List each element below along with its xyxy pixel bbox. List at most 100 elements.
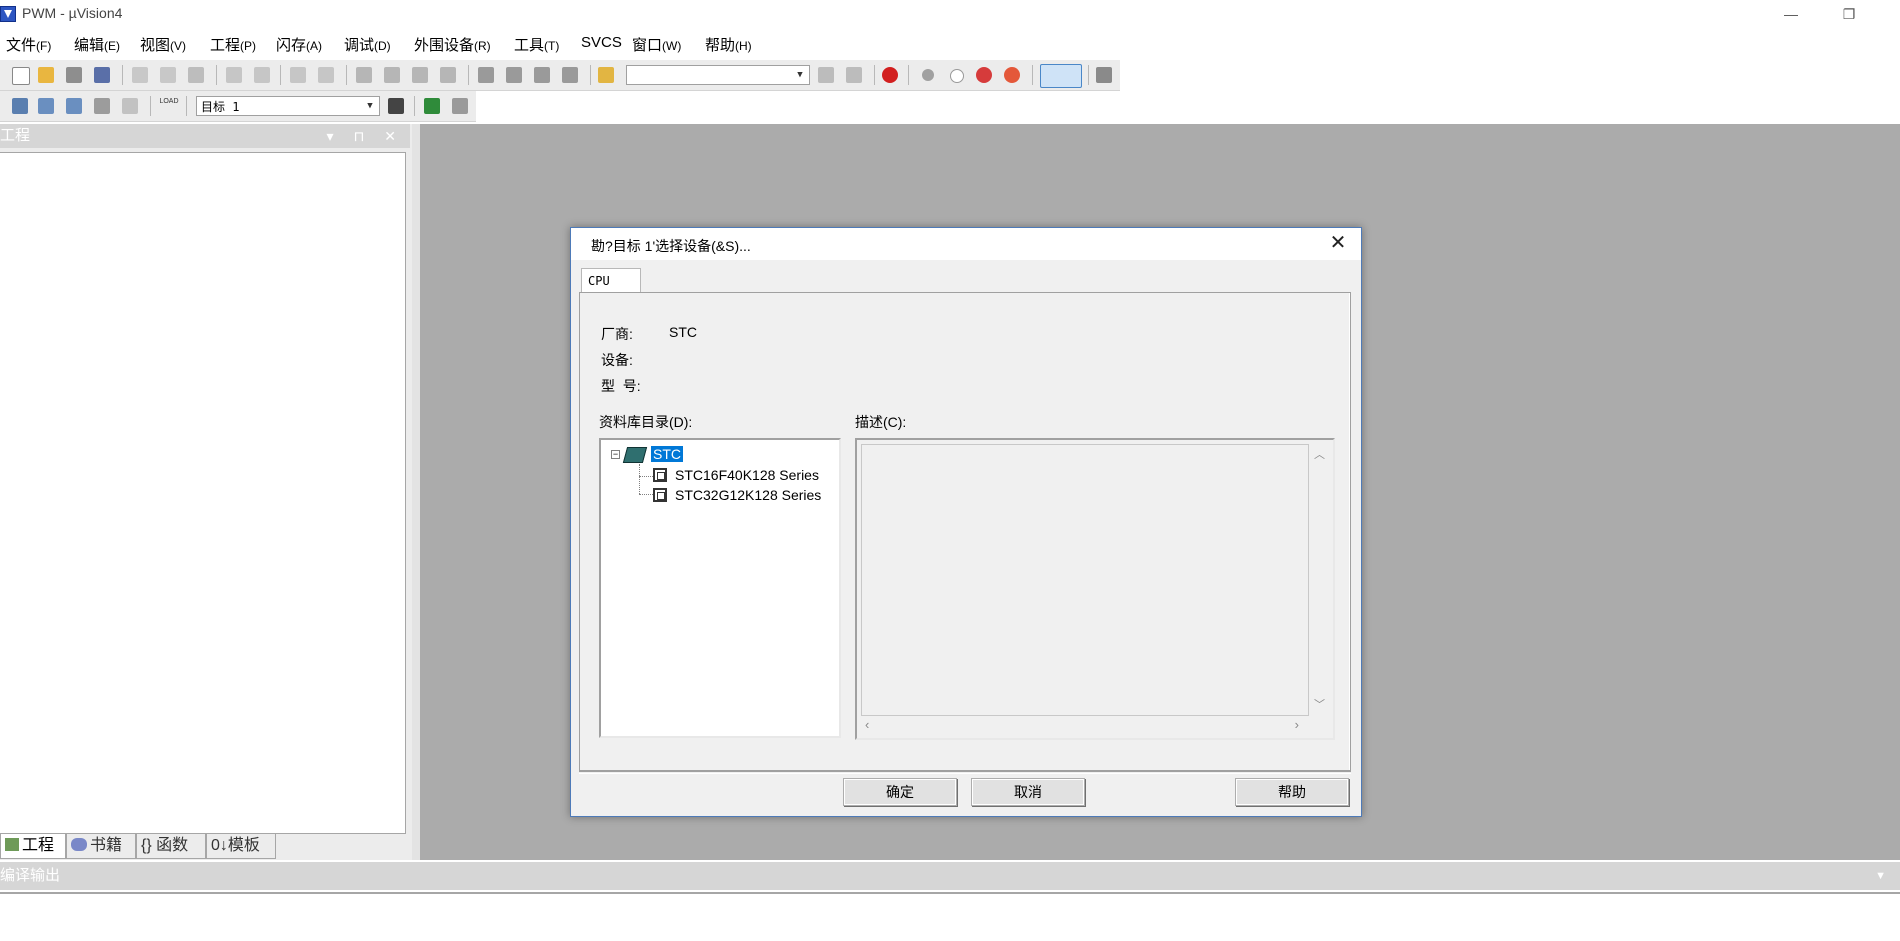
menu-svcs[interactable]: SVCS [581, 34, 622, 51]
book-icon [622, 447, 648, 463]
cut-icon[interactable] [132, 67, 148, 83]
batch-build-icon[interactable] [94, 98, 110, 114]
description-box[interactable]: ︿ ﹀ ‹ › [855, 438, 1335, 740]
help-button[interactable]: 帮助 [1235, 778, 1349, 806]
device-database-tree[interactable]: − STC STC16F40K128 Series STC32G12K128 S… [599, 438, 841, 738]
undo-icon[interactable] [226, 67, 242, 83]
clear-bookmarks-icon[interactable] [440, 67, 456, 83]
menu-project[interactable]: 工程(P) [210, 34, 256, 55]
debug-session-icon[interactable] [882, 67, 898, 83]
disable-all-breakpoints-icon[interactable] [976, 67, 992, 83]
target-select[interactable]: 目标 1 ▼ [196, 96, 380, 116]
next-bookmark-icon[interactable] [412, 67, 428, 83]
ok-button[interactable]: 确定 [843, 778, 957, 806]
restore-button[interactable]: ❐ [1826, 0, 1872, 28]
rebuild-icon[interactable] [66, 98, 82, 114]
close-icon[interactable]: ✕ [1325, 230, 1351, 256]
project-tree[interactable] [0, 152, 406, 834]
collapse-icon[interactable]: − [611, 450, 620, 459]
disable-breakpoint-icon[interactable] [950, 69, 964, 83]
select-device-dialog: 勘?目标 1'选择设备(&S)... ✕ CPU 厂商: STC 设备: 型 号… [570, 227, 1362, 817]
database-label: 资料库目录(D): [599, 414, 693, 430]
menu-peripherals[interactable]: 外围设备(R) [414, 34, 491, 55]
menu-bar: 文件(F) 编辑(E) 视图(V) 工程(P) 闪存(A) 调试(D) 外围设备… [0, 28, 1900, 58]
paste-icon[interactable] [188, 67, 204, 83]
select-packet-icon[interactable] [452, 98, 468, 114]
build-output-title: 编译输出 [0, 867, 61, 884]
bookmark-icon[interactable] [356, 67, 372, 83]
horizontal-scrollbar[interactable]: ‹ › [861, 716, 1307, 734]
find-combo-arrow-icon[interactable]: ▼ [793, 66, 807, 84]
save-all-icon[interactable] [94, 67, 110, 83]
minimize-button[interactable]: — [1768, 0, 1814, 28]
tree-item-stc32g12k128[interactable]: STC32G12K128 Series [675, 486, 821, 504]
scroll-right-icon[interactable]: › [1295, 717, 1299, 732]
incremental-find-icon[interactable] [846, 67, 862, 83]
title-bar: PWM - µVision4 — ❐ [0, 0, 1900, 28]
cancel-button[interactable]: 取消 [971, 778, 1085, 806]
save-icon[interactable] [66, 67, 82, 83]
tree-item-stc[interactable]: STC [651, 445, 683, 463]
main-toolbar: ▼ [0, 60, 1120, 91]
redo-icon[interactable] [254, 67, 270, 83]
unindent-icon[interactable] [506, 67, 522, 83]
manage-components-icon[interactable] [424, 98, 440, 114]
menu-flash[interactable]: 闪存(A) [276, 34, 322, 55]
menu-file[interactable]: 文件(F) [6, 34, 51, 55]
menu-window[interactable]: 窗口(W) [632, 34, 681, 55]
tree-item-stc16f40k128[interactable]: STC16F40K128 Series [675, 466, 819, 484]
download-load-icon[interactable]: LOAD [158, 98, 180, 114]
stop-build-icon[interactable] [122, 98, 138, 114]
vendor-label: 厂商: [601, 326, 633, 342]
tab-templates[interactable]: 0↓模板 [206, 833, 276, 859]
window-title: PWM - µVision4 [22, 5, 123, 21]
navigate-forward-icon[interactable] [318, 67, 334, 83]
find-combo[interactable]: ▼ [626, 65, 810, 85]
find-in-files-icon[interactable] [598, 67, 614, 83]
uvision-app-icon[interactable] [0, 6, 16, 22]
copy-icon[interactable] [160, 67, 176, 83]
uncomment-icon[interactable] [562, 67, 578, 83]
menu-debug[interactable]: 调试(D) [344, 34, 391, 55]
project-panel: 工程 ▾ ⊓ ✕ 工程 书籍 {} 函数 0↓模板 [0, 124, 412, 860]
menu-view[interactable]: 视图(V) [140, 34, 186, 55]
comment-icon[interactable] [534, 67, 550, 83]
open-file-icon[interactable] [38, 67, 54, 83]
scroll-left-icon[interactable]: ‹ [865, 717, 869, 732]
breakpoint-icon[interactable] [922, 69, 934, 81]
dialog-title-bar: 勘?目标 1'选择设备(&S)... ✕ [571, 228, 1361, 260]
window-layout-icon[interactable] [1040, 64, 1082, 88]
chevron-down-icon[interactable]: ▼ [1875, 862, 1886, 890]
menu-edit[interactable]: 编辑(E) [74, 34, 120, 55]
build-toolbar: LOAD 目标 1 ▼ [0, 91, 476, 122]
navigate-back-icon[interactable] [290, 67, 306, 83]
description-label: 描述(C): [855, 414, 907, 430]
configure-tools-icon[interactable] [1096, 67, 1112, 83]
target-options-icon[interactable] [388, 98, 404, 114]
panel-header-buttons[interactable]: ▾ ⊓ ✕ [327, 124, 404, 148]
functions-icon: {} [141, 837, 152, 854]
translate-icon[interactable] [12, 98, 28, 114]
tab-books[interactable]: 书籍 [66, 833, 136, 859]
target-select-arrow-icon[interactable]: ▼ [363, 97, 377, 115]
kill-all-breakpoints-icon[interactable] [1004, 67, 1020, 83]
new-file-icon[interactable] [12, 67, 30, 85]
model-label: 型 号: [601, 378, 641, 394]
target-select-value: 目标 1 [201, 100, 240, 114]
menu-help[interactable]: 帮助(H) [705, 34, 752, 55]
scroll-down-icon[interactable]: ﹀ [1314, 696, 1325, 712]
prev-bookmark-icon[interactable] [384, 67, 400, 83]
find-icon[interactable] [818, 67, 834, 83]
description-text [861, 444, 1309, 716]
project-icon [5, 838, 19, 851]
indent-icon[interactable] [478, 67, 494, 83]
menu-tools[interactable]: 工具(T) [514, 34, 559, 55]
vertical-scrollbar[interactable]: ︿ ﹀ [1311, 444, 1329, 714]
scroll-up-icon[interactable]: ︿ [1314, 446, 1325, 462]
build-icon[interactable] [38, 98, 54, 114]
templates-icon: 0↓ [211, 837, 228, 854]
panel-splitter[interactable] [412, 124, 420, 860]
tab-functions[interactable]: {} 函数 [136, 833, 206, 859]
tab-cpu[interactable]: CPU [581, 268, 641, 292]
tab-project[interactable]: 工程 [0, 833, 66, 859]
